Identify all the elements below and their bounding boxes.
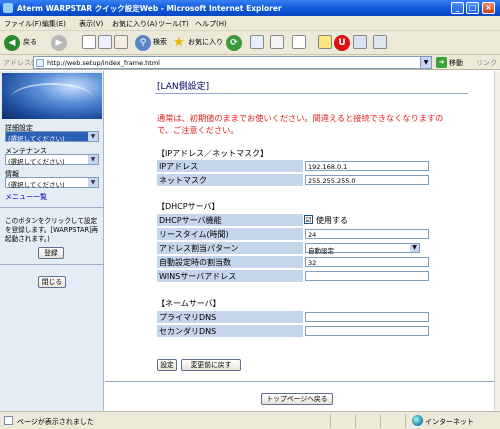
set-button[interactable]: 設定 bbox=[157, 359, 177, 371]
ip-address-input[interactable]: 192.168.0.1 bbox=[305, 161, 429, 171]
register-note: このボタンをクリックして設定を登録します。[WARPSTAR]再起動されます。) bbox=[5, 217, 99, 243]
dhcp-feature-row: DHCPサーバ機能 ☑ 使用する bbox=[157, 214, 451, 226]
zone-text: インターネット bbox=[425, 418, 474, 426]
register-button[interactable]: 登録 bbox=[38, 247, 64, 259]
chevron-down-icon: ▼ bbox=[88, 155, 98, 164]
menu-file[interactable]: ファイル(F) bbox=[4, 19, 42, 29]
tools-icon[interactable] bbox=[373, 35, 387, 49]
dhcp-enable-checkbox[interactable]: ☑ bbox=[304, 215, 313, 224]
main-frame: [LAN側設定] 通常は、初期値のままでお使いください。間違えると接続できなくな… bbox=[105, 71, 494, 411]
sidebar-divider bbox=[0, 207, 104, 208]
assign-count-row: 自動設定時の割当数 32 bbox=[157, 256, 451, 268]
menu-bar: ファイル(F) 編集(E) 表示(V) お気に入り(A) ツール(T) ヘルプ(… bbox=[0, 16, 500, 31]
title-bar: Aterm WARPSTAR クイック設定Web - Microsoft Int… bbox=[0, 0, 500, 16]
back-icon[interactable]: ◀ bbox=[4, 35, 20, 51]
wins-server-row: WINSサーバアドレス bbox=[157, 270, 451, 282]
home-icon[interactable] bbox=[114, 35, 128, 49]
internet-zone-icon bbox=[412, 415, 423, 426]
menu-help[interactable]: ヘルプ(H) bbox=[195, 19, 227, 29]
lease-time-input[interactable]: 24 bbox=[305, 229, 429, 239]
back-label[interactable]: 戻る bbox=[23, 37, 37, 47]
maximize-button[interactable]: □ bbox=[466, 2, 479, 14]
links-label[interactable]: リンク bbox=[476, 58, 497, 68]
messenger-icon[interactable]: U bbox=[334, 35, 350, 51]
status-bar: ページが表示されました インターネット bbox=[0, 411, 500, 429]
refresh-icon[interactable] bbox=[98, 35, 112, 49]
chevron-down-icon: ▼ bbox=[88, 132, 98, 141]
favorites-star-icon[interactable]: ★ bbox=[173, 35, 185, 51]
menu-tools[interactable]: ツール(T) bbox=[158, 19, 189, 29]
top-page-button[interactable]: トップページへ戻る bbox=[261, 393, 333, 405]
ip-address-row: IPアドレス 192.168.0.1 bbox=[157, 160, 451, 172]
ie-icon bbox=[3, 3, 13, 13]
address-bar: アドレス(D) http://web.setup/index_frame.htm… bbox=[0, 55, 500, 70]
warning-text: 通常は、初期値のままでお使いください。間違えると接続できなくなりますので、ご注意… bbox=[157, 113, 444, 135]
edit-icon[interactable] bbox=[292, 35, 306, 49]
primary-dns-input[interactable] bbox=[305, 312, 429, 322]
stop-icon[interactable] bbox=[82, 35, 96, 49]
menu-list-link[interactable]: メニュー一覧 bbox=[5, 192, 47, 202]
favorites-label[interactable]: お気に入り bbox=[188, 37, 223, 47]
netmask-row: ネットマスク 255.255.255.0 bbox=[157, 174, 451, 186]
dhcp-section-heading: 【DHCPサーバ】 bbox=[157, 202, 220, 211]
search-label[interactable]: 検索 bbox=[153, 37, 167, 47]
mail-icon[interactable] bbox=[250, 35, 264, 49]
print-icon[interactable] bbox=[270, 35, 284, 49]
address-url: http://web.setup/index_frame.html bbox=[47, 59, 160, 67]
secondary-dns-input[interactable] bbox=[305, 326, 429, 336]
primary-dns-row: プライマリDNS bbox=[157, 311, 451, 323]
search-icon[interactable]: ⚲ bbox=[135, 35, 151, 51]
toolbar: ◀ 戻る ▶ ⚲ 検索 ★ お気に入り ⟳ U bbox=[0, 31, 500, 55]
menu-favorites[interactable]: お気に入り(A) bbox=[112, 19, 157, 29]
address-pattern-select[interactable]: 自動設定 ▼ bbox=[305, 243, 420, 255]
address-pattern-row: アドレス割当パターン 自動設定 ▼ bbox=[157, 242, 451, 255]
wins-server-input[interactable] bbox=[305, 271, 429, 281]
ip-section-heading: 【IPアドレス／ネットマスク】 bbox=[157, 149, 269, 158]
bottom-divider bbox=[105, 381, 494, 382]
reset-button[interactable]: 変更前に戻す bbox=[181, 359, 241, 371]
go-button[interactable]: 移動 bbox=[449, 58, 463, 68]
chevron-down-icon: ▼ bbox=[88, 178, 98, 187]
forward-icon[interactable]: ▶ bbox=[51, 35, 67, 51]
go-arrow-icon[interactable]: ➜ bbox=[436, 57, 447, 68]
menu-edit[interactable]: 編集(E) bbox=[42, 19, 66, 29]
secondary-dns-row: セカンダリDNS bbox=[157, 325, 451, 337]
netmask-input[interactable]: 255.255.255.0 bbox=[305, 175, 429, 185]
window-title: Aterm WARPSTAR クイック設定Web - Microsoft Int… bbox=[17, 4, 282, 13]
warpstar-logo bbox=[2, 73, 102, 119]
scrollbar[interactable] bbox=[494, 71, 500, 411]
assign-count-input[interactable]: 32 bbox=[305, 257, 429, 267]
chevron-down-icon: ▼ bbox=[410, 244, 419, 252]
info-select[interactable]: (選択してください) ▼ bbox=[5, 177, 99, 189]
page-status-icon bbox=[4, 416, 13, 425]
close-button[interactable]: × bbox=[482, 2, 495, 14]
lease-time-row: リースタイム(時間) 24 bbox=[157, 228, 451, 240]
research-icon[interactable] bbox=[353, 35, 367, 49]
advanced-select[interactable]: (選択してください) ▼ bbox=[5, 131, 99, 143]
page-icon bbox=[36, 59, 44, 67]
history-icon[interactable]: ⟳ bbox=[226, 35, 242, 51]
menu-view[interactable]: 表示(V) bbox=[79, 19, 103, 29]
title-divider bbox=[155, 93, 468, 94]
page-title: [LAN側設定] bbox=[157, 82, 210, 92]
dns-section-heading: 【ネームサーバ】 bbox=[157, 299, 221, 308]
maintenance-select[interactable]: (選択してください) ▼ bbox=[5, 154, 99, 166]
address-input[interactable]: http://web.setup/index_frame.html ▼ bbox=[33, 56, 432, 69]
dhcp-enable-label[interactable]: 使用する bbox=[316, 215, 348, 226]
sidebar-frame: 詳細設定 (選択してください) ▼ メンテナンス (選択してください) ▼ 情報… bbox=[0, 71, 104, 411]
address-dropdown-icon[interactable]: ▼ bbox=[420, 57, 431, 68]
minimize-button[interactable]: _ bbox=[451, 2, 464, 14]
sidebar-divider bbox=[0, 264, 104, 265]
discuss-icon[interactable] bbox=[318, 35, 332, 49]
status-text: ページが表示されました bbox=[17, 418, 94, 426]
close-window-button[interactable]: 閉じる bbox=[38, 276, 66, 288]
